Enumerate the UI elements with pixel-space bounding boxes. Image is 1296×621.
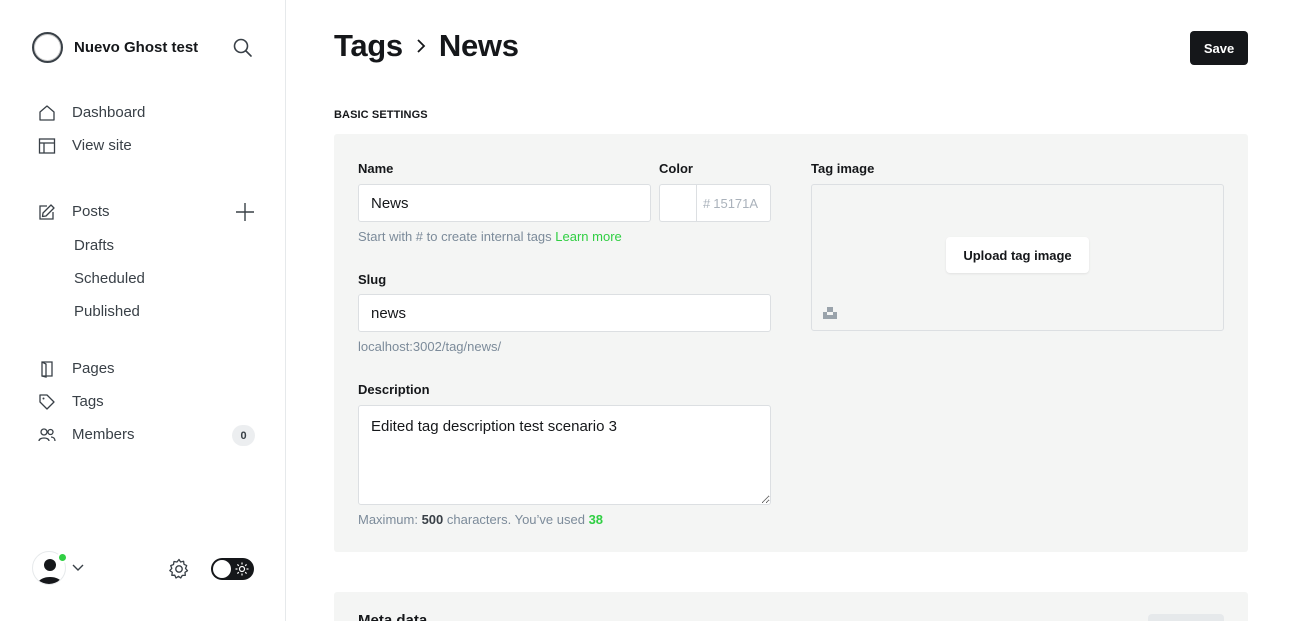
- brand[interactable]: Nuevo Ghost test: [32, 32, 198, 63]
- page-title: Tags News: [334, 28, 519, 64]
- main-content: Tags News Save BASIC SETTINGS Name Start…: [286, 0, 1296, 621]
- meta-data-panel: Meta data: [334, 592, 1248, 621]
- description-hint-middle: characters. You’ve used: [446, 512, 585, 527]
- nav-label-dashboard: Dashboard: [72, 104, 146, 121]
- theme-toggle[interactable]: [211, 558, 254, 580]
- app-root: Nuevo Ghost test Dashboard View site Pos…: [0, 0, 1296, 621]
- upload-tag-image-button[interactable]: Upload tag image: [946, 237, 1089, 273]
- color-label: Color: [659, 161, 693, 176]
- pages-icon: [38, 360, 56, 378]
- slug-url: localhost:3002/tag/news/: [358, 339, 502, 354]
- nav-item-drafts[interactable]: Drafts: [38, 229, 145, 262]
- members-count-badge: 0: [232, 425, 255, 446]
- plus-icon[interactable]: [234, 201, 256, 223]
- slug-input[interactable]: [358, 294, 771, 332]
- nav-item-scheduled[interactable]: Scheduled: [38, 262, 145, 295]
- brand-name: Nuevo Ghost test: [74, 39, 199, 56]
- gear-icon[interactable]: [167, 557, 191, 581]
- members-icon: [38, 426, 56, 444]
- color-value: 15171A: [713, 195, 759, 211]
- toggle-knob: [213, 560, 231, 578]
- sidebar: Nuevo Ghost test Dashboard View site Pos…: [0, 0, 286, 621]
- name-input[interactable]: [358, 184, 651, 222]
- home-icon: [38, 104, 56, 122]
- sun-icon: [235, 562, 249, 581]
- user-status-dot: [57, 552, 68, 563]
- breadcrumb-current: News: [438, 28, 519, 63]
- nav-item-members[interactable]: Members: [38, 418, 135, 451]
- description-hint: Maximum: 500 characters. You’ve used 38: [358, 512, 603, 527]
- name-hint-text: Start with # to create internal tags: [358, 229, 552, 244]
- nav-posts-sub: Drafts Scheduled Published: [38, 229, 145, 328]
- breadcrumb-tags[interactable]: Tags: [334, 28, 403, 64]
- view-site-icon: [38, 137, 56, 155]
- color-hash: #: [703, 195, 711, 211]
- description-label: Description: [358, 382, 430, 397]
- nav-item-dashboard[interactable]: Dashboard: [38, 96, 145, 129]
- description-hint-prefix: Maximum:: [358, 512, 418, 527]
- nav-item-pages[interactable]: Pages: [38, 352, 135, 385]
- nav-item-view-site[interactable]: View site: [38, 129, 145, 162]
- meta-data-title: Meta data: [358, 612, 428, 621]
- description-max: 500: [421, 512, 444, 527]
- nav-label-tags: Tags: [72, 393, 104, 410]
- color-input[interactable]: # 15171A: [696, 184, 771, 222]
- nav-item-published[interactable]: Published: [38, 295, 145, 328]
- description-textarea[interactable]: Edited tag description test scenario 3: [358, 405, 771, 505]
- nav-label-pages: Pages: [72, 360, 115, 377]
- learn-more-link[interactable]: Learn more: [555, 229, 621, 244]
- name-label: Name: [358, 161, 394, 176]
- chevron-right-icon: [415, 38, 427, 54]
- edit-icon: [38, 203, 56, 221]
- chevron-down-icon: [72, 564, 84, 572]
- search-icon[interactable]: [232, 37, 254, 59]
- brand-logo: [32, 32, 63, 63]
- nav-posts: Posts: [38, 195, 110, 228]
- save-button[interactable]: Save: [1190, 31, 1248, 65]
- tag-image-dropzone[interactable]: Upload tag image: [811, 184, 1224, 331]
- nav-primary: Dashboard View site: [38, 96, 145, 162]
- meta-data-expand-button[interactable]: [1148, 614, 1224, 621]
- tag-image-label: Tag image: [811, 161, 875, 176]
- unsplash-icon[interactable]: [822, 305, 838, 321]
- name-hint: Start with # to create internal tags Lea…: [358, 229, 622, 244]
- color-swatch[interactable]: [659, 184, 697, 222]
- section-title-basic-settings: BASIC SETTINGS: [334, 109, 428, 121]
- slug-label: Slug: [358, 272, 387, 287]
- basic-settings-panel: Name Start with # to create internal tag…: [334, 134, 1248, 552]
- nav-secondary: Pages Tags Members: [38, 352, 135, 451]
- nav-label-posts: Posts: [72, 203, 110, 220]
- nav-label-view-site: View site: [72, 137, 132, 154]
- nav-item-tags[interactable]: Tags: [38, 385, 135, 418]
- nav-label-members: Members: [72, 426, 135, 443]
- nav-item-posts[interactable]: Posts: [38, 195, 110, 228]
- tag-icon: [38, 393, 56, 411]
- description-used: 38: [588, 512, 604, 527]
